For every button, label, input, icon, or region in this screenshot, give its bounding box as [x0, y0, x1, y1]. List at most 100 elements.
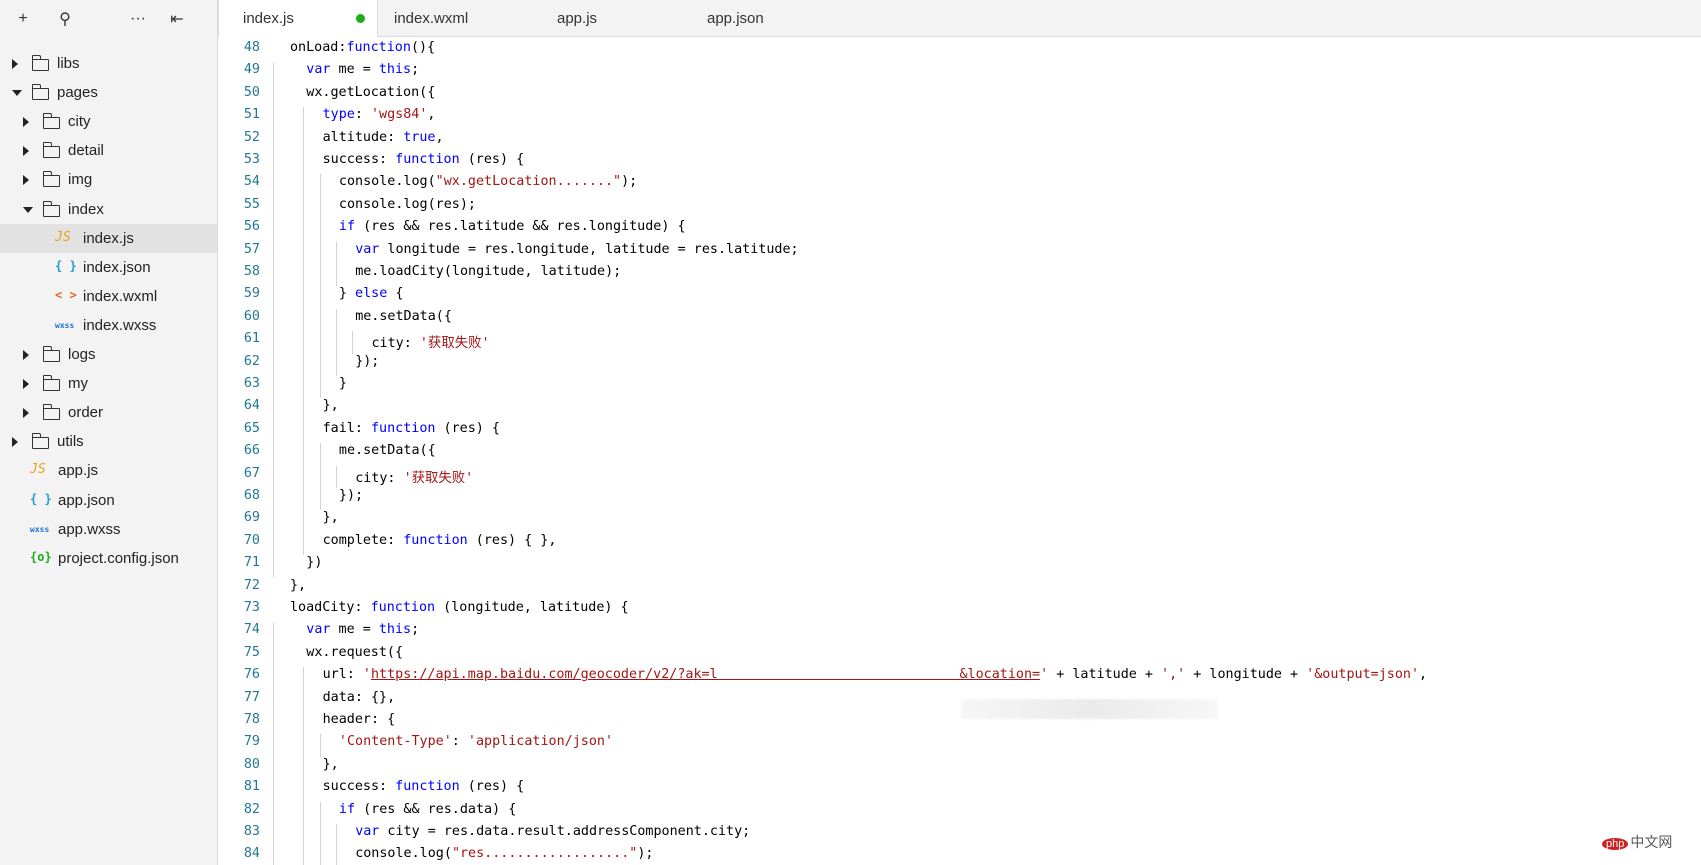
tab-app-js[interactable]: app.js: [520, 0, 660, 37]
tree-item-index-json[interactable]: { } index.json: [0, 253, 217, 282]
tree-item-utils[interactable]: utils: [0, 427, 217, 456]
tree-item-label: app.wxss: [58, 520, 121, 538]
indent-guide: [273, 174, 274, 197]
tree-item-app-js[interactable]: JS app.js: [0, 456, 217, 485]
tree-item-app-wxss[interactable]: wxss app.wxss: [0, 515, 217, 544]
code-line[interactable]: var city = res.data.result.addressCompon…: [355, 824, 750, 839]
code-line[interactable]: if (res && res.latitude && res.longitude…: [339, 219, 686, 234]
tree-item-logs[interactable]: logs: [0, 340, 217, 369]
tree-item-city[interactable]: city: [0, 107, 217, 136]
code-editor[interactable]: 48 49 50 51 52 53 54 55 56 57 58 59 60 61 62 63 64 65 66 67…: [218, 37, 1701, 865]
tree-item-my[interactable]: my: [0, 369, 217, 398]
code-line[interactable]: });: [355, 354, 379, 369]
tree-item-index-wxss[interactable]: wxss index.wxss: [0, 311, 217, 340]
code-line[interactable]: wx.getLocation({: [306, 85, 435, 100]
add-icon[interactable]: +: [10, 6, 36, 32]
tree-item-libs[interactable]: libs: [0, 49, 217, 78]
code-line[interactable]: }: [339, 376, 347, 391]
chevron-right-icon[interactable]: [23, 175, 29, 186]
code-line[interactable]: },: [323, 757, 339, 772]
line-number: 72: [243, 577, 260, 593]
indent-guide: [303, 376, 305, 399]
code-line[interactable]: city: '获取失败': [355, 466, 473, 486]
code-token: this: [378, 622, 412, 638]
tree-item-order[interactable]: order: [0, 398, 217, 427]
code-line[interactable]: wx.request({: [306, 645, 403, 660]
code-line[interactable]: me.setData({: [355, 309, 452, 324]
indent-guide: [335, 308, 337, 332]
collapse-panel-icon[interactable]: ⇤: [164, 6, 190, 32]
code-line[interactable]: 'Content-Type': 'application/json': [339, 734, 613, 749]
tree-item-index-wxml[interactable]: < > index.wxml: [0, 282, 217, 311]
tree-item-pages[interactable]: pages: [0, 78, 217, 107]
tree-item-img[interactable]: img: [0, 165, 217, 194]
chevron-right-icon[interactable]: [23, 117, 29, 128]
json-file-icon: { }: [55, 258, 77, 273]
code-line[interactable]: console.log("wx.getLocation.......");: [339, 174, 637, 189]
code-token: (res) {: [459, 779, 525, 795]
code-line[interactable]: fail: function (res) {: [323, 421, 500, 436]
search-icon[interactable]: ⚲: [52, 6, 78, 32]
code-line[interactable]: }): [306, 555, 322, 570]
indent-guide: [303, 532, 305, 556]
tree-item-index[interactable]: index: [0, 195, 217, 224]
code-line[interactable]: } else {: [339, 286, 404, 301]
code-line[interactable]: if (res && res.data) {: [339, 802, 516, 817]
chevron-right-icon[interactable]: [12, 437, 18, 448]
line-number: 61: [243, 331, 260, 347]
code-line[interactable]: },: [323, 510, 339, 525]
code-line[interactable]: var me = this;: [306, 62, 419, 77]
code-line[interactable]: console.log(res);: [339, 197, 476, 212]
code-line[interactable]: success: function (res) {: [323, 152, 525, 167]
tab-app-json[interactable]: app.json: [670, 0, 810, 37]
tree-item-detail[interactable]: detail: [0, 136, 217, 165]
chevron-down-icon[interactable]: [12, 90, 22, 97]
tree-item-index-js[interactable]: JS index.js: [0, 223, 217, 253]
tab-index-js[interactable]: index.js: [218, 0, 378, 37]
chevron-right-icon[interactable]: [23, 379, 29, 390]
code-line[interactable]: },: [323, 398, 339, 413]
tab-label: index.js: [243, 10, 294, 27]
code-line[interactable]: url: 'https://api.map.baidu.com/geocoder…: [323, 667, 1428, 682]
code-token: 'application/json': [467, 734, 614, 750]
code-line[interactable]: var me = this;: [306, 622, 419, 637]
code-line[interactable]: onLoad:function(){: [290, 40, 435, 55]
tab-index-wxml[interactable]: index.wxml: [370, 0, 510, 37]
code-line[interactable]: me.loadCity(longitude, latitude);: [355, 264, 621, 279]
code-line[interactable]: success: function (res) {: [323, 779, 525, 794]
code-line[interactable]: type: 'wgs84',: [323, 107, 436, 122]
folder-open-icon: [42, 200, 60, 217]
more-icon[interactable]: ···: [125, 6, 151, 32]
code-line[interactable]: },: [290, 578, 306, 593]
tree-item-label: index.js: [83, 229, 134, 247]
code-token: complete:: [322, 532, 404, 548]
tree-item-project-config-json[interactable]: {o} project.config.json: [0, 544, 217, 573]
indent-guide: [303, 219, 305, 242]
indent-guide: [319, 331, 321, 354]
tree-item-label: order: [68, 404, 104, 422]
code-line[interactable]: });: [339, 488, 363, 503]
code-line[interactable]: data: {},: [323, 690, 396, 705]
code-line[interactable]: complete: function (res) { },: [323, 533, 557, 548]
chevron-right-icon[interactable]: [12, 59, 18, 69]
code-line[interactable]: header: {: [323, 712, 396, 727]
line-number: 52: [243, 129, 260, 145]
line-number: 53: [243, 152, 260, 167]
chevron-right-icon[interactable]: [23, 408, 29, 419]
code-token: "res..................": [451, 846, 638, 862]
tree-item-app-json[interactable]: { } app.json: [0, 486, 217, 515]
code-line[interactable]: loadCity: function (longitude, latitude)…: [290, 600, 629, 615]
code-line[interactable]: altitude: true,: [323, 130, 444, 145]
chevron-right-icon[interactable]: [23, 350, 29, 360]
indent-guide: [273, 734, 274, 757]
code-line[interactable]: me.setData({: [339, 443, 436, 458]
chevron-right-icon[interactable]: [23, 146, 29, 157]
folder-icon: [42, 142, 60, 159]
code-token: },: [290, 577, 307, 593]
indent-guide: [303, 846, 305, 865]
code-line[interactable]: console.log("res..................");: [355, 846, 653, 861]
chevron-down-icon[interactable]: [23, 206, 33, 213]
code-line[interactable]: city: '获取失败': [372, 331, 490, 351]
code-line[interactable]: var longitude = res.longitude, latitude …: [355, 242, 798, 257]
line-number: 66: [243, 443, 260, 459]
